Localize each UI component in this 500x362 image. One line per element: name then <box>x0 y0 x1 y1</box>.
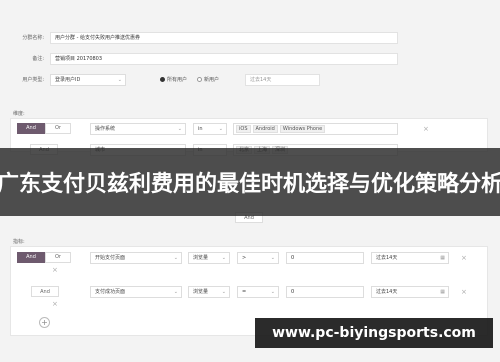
dimension-values-input[interactable]: iOS Android Windows Phone <box>233 123 398 135</box>
metrics-row2-event-value: 支付成功页面 <box>95 289 126 295</box>
chevron-down-icon: ⌄ <box>270 255 275 261</box>
metrics-and-button[interactable]: And <box>17 252 45 263</box>
group-name-input[interactable]: 用户分群 - 给支付失败用户推送优惠券 <box>50 32 398 44</box>
metrics-range-select[interactable]: 过去14天 ▦ <box>371 252 449 264</box>
chevron-down-icon: ⌄ <box>218 126 223 132</box>
remove-row-icon[interactable]: × <box>461 288 467 296</box>
watermark: www.pc-biyingsports.com <box>255 318 493 348</box>
note-input[interactable]: 营销项目 20170803 <box>50 53 398 65</box>
dimension-field-value: 操作系统 <box>95 126 116 132</box>
radio-off-icon <box>197 77 202 82</box>
chevron-down-icon: ⌄ <box>221 255 226 261</box>
calendar-icon: ▦ <box>440 255 445 261</box>
radio-all-users[interactable]: 所有用户 <box>160 76 187 84</box>
dimension-title: 维度: <box>13 111 25 117</box>
metrics-row2-op-select[interactable]: = ⌄ <box>237 286 279 298</box>
group-name-label: 分群名称: <box>22 35 44 41</box>
metrics-row2-range-select[interactable]: 过去14天 ▦ <box>371 286 449 298</box>
tag-item: iOS <box>236 125 251 133</box>
metrics-row2-op-value: = <box>242 289 247 295</box>
radio-on-icon <box>160 77 165 82</box>
chevron-down-icon: ⌄ <box>221 289 226 295</box>
metrics-row2-event-select[interactable]: 支付成功页面 ⌄ <box>90 286 182 298</box>
metrics-measure-select[interactable]: 浏览量 ⌄ <box>188 252 230 264</box>
user-type-label: 用户类型: <box>22 77 44 83</box>
add-condition-icon[interactable]: + <box>39 317 50 328</box>
chevron-down-icon: ⌄ <box>173 289 178 295</box>
metrics-op-select[interactable]: > ⌄ <box>237 252 279 264</box>
radio-all-label: 所有用户 <box>167 77 188 83</box>
metrics-row2-measure-select[interactable]: 浏览量 ⌄ <box>188 286 230 298</box>
metrics-row2-and-button[interactable]: And <box>31 286 59 297</box>
chevron-down-icon: ⌄ <box>177 126 182 132</box>
dimension-or-button[interactable]: Or <box>45 123 71 134</box>
chevron-down-icon: ⌄ <box>117 77 122 83</box>
calendar-icon: ▦ <box>440 289 445 295</box>
note-label: 备注: <box>32 56 44 62</box>
metrics-row2-range-value: 过去14天 <box>376 289 398 295</box>
dimension-and-button[interactable]: And <box>17 123 45 134</box>
tag-item: Windows Phone <box>279 125 326 133</box>
metrics-range-value: 过去14天 <box>376 255 398 261</box>
radio-new-label: 新用户 <box>204 77 220 83</box>
metrics-value-input[interactable]: 0 <box>286 252 364 264</box>
remove-group-icon[interactable]: × <box>52 266 58 274</box>
metrics-event-select[interactable]: 开始支付页面 ⌄ <box>90 252 182 264</box>
title-banner: 广东支付贝兹利费用的最佳时机选择与优化策略分析 <box>0 148 500 216</box>
date-range-input[interactable]: 过去14天 <box>245 74 320 86</box>
metrics-title: 指标: <box>13 239 25 245</box>
user-type-select[interactable]: 登录用户ID ⌄ <box>50 74 126 86</box>
metrics-event-value: 开始支付页面 <box>95 255 126 261</box>
user-type-value: 登录用户ID <box>55 77 81 83</box>
chevron-down-icon: ⌄ <box>173 255 178 261</box>
metrics-row2-value-input[interactable]: 0 <box>286 286 364 298</box>
remove-row-icon[interactable]: × <box>461 254 467 262</box>
banner-title: 广东支付贝兹利费用的最佳时机选择与优化策略分析 <box>0 172 500 197</box>
dimension-field-select[interactable]: 操作系统 ⌄ <box>90 123 186 135</box>
chevron-down-icon: ⌄ <box>270 289 275 295</box>
remove-row-icon[interactable]: × <box>52 300 58 308</box>
remove-row-icon[interactable]: × <box>423 125 429 133</box>
metrics-or-button[interactable]: Or <box>45 252 71 263</box>
metrics-row2-measure-value: 浏览量 <box>193 289 209 295</box>
dimension-op-select[interactable]: in ⌄ <box>193 123 227 135</box>
metrics-op-value: > <box>242 255 247 261</box>
radio-new-users[interactable]: 新用户 <box>197 76 219 84</box>
metrics-measure-value: 浏览量 <box>193 255 209 261</box>
tag-item: Android <box>252 125 278 133</box>
dimension-op-value: in <box>198 126 203 132</box>
